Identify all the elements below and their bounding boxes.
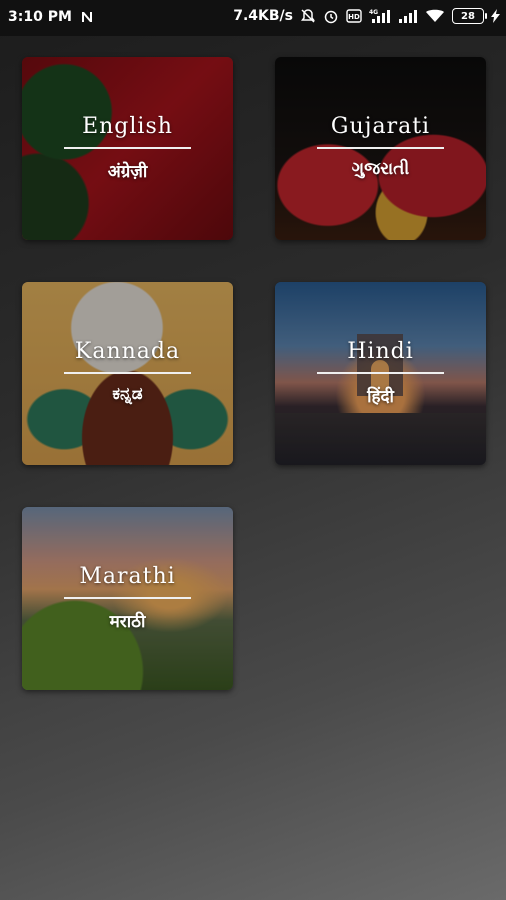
signal-icon (398, 8, 418, 24)
network-speed: 7.4KB/s (233, 8, 293, 24)
title-divider (317, 372, 444, 374)
battery-icon: 28 (452, 8, 487, 24)
volte-icon: HD (346, 9, 362, 23)
language-native-name: अंग्रेज़ी (107, 162, 148, 182)
language-card-marathi[interactable]: Marathi मराठी (22, 507, 233, 690)
svg-text:4G: 4G (369, 9, 378, 16)
language-card-hindi[interactable]: Hindi हिंदी (275, 282, 486, 465)
language-name: Gujarati (330, 114, 431, 139)
title-divider (64, 372, 191, 374)
language-native-name: ગુજરાતી (351, 159, 410, 179)
language-card-english[interactable]: English अंग्रेज़ी (22, 57, 233, 240)
language-native-name: मराठी (109, 612, 146, 632)
language-name: Hindi (347, 339, 414, 364)
language-name: English (82, 114, 173, 139)
language-native-name: ಕನ್ನಡ (112, 384, 143, 404)
wifi-icon (425, 8, 445, 24)
title-divider (64, 147, 191, 149)
mute-bell-icon (300, 8, 316, 24)
status-bar: 3:10 PM 7.4KB/s HD 4G 28 (0, 0, 506, 36)
language-native-name: हिंदी (367, 387, 394, 407)
notification-n-icon (80, 10, 94, 24)
signal-4g-icon: 4G (369, 8, 391, 24)
title-divider (317, 147, 444, 149)
language-card-kannada[interactable]: Kannada ಕನ್ನಡ (22, 282, 233, 465)
title-divider (64, 597, 191, 599)
battery-level: 28 (461, 10, 475, 22)
language-card-gujarati[interactable]: Gujarati ગુજરાતી (275, 57, 486, 240)
charging-bolt-icon (491, 9, 500, 23)
status-time: 3:10 PM (8, 9, 72, 25)
alarm-icon (323, 8, 339, 24)
svg-text:HD: HD (348, 13, 360, 21)
language-name: Marathi (79, 564, 176, 589)
language-name: Kannada (74, 339, 181, 364)
